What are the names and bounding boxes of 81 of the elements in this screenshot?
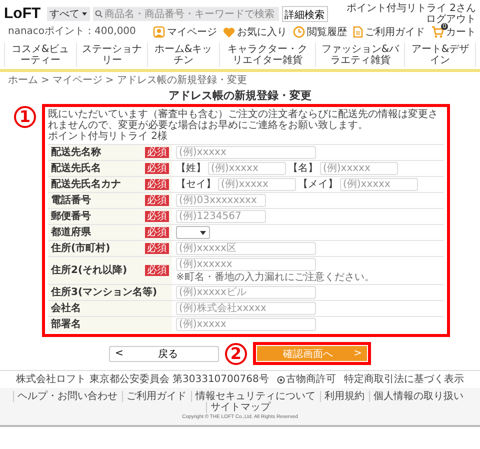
header-link[interactable]: 閲覧履歴	[293, 26, 347, 38]
input-field[interactable]: (例)xxxxx	[218, 178, 296, 192]
annotation-number: 2	[225, 342, 247, 365]
license-link[interactable]: 古物商許可	[276, 374, 336, 386]
prefecture-select[interactable]	[176, 226, 210, 240]
header-link[interactable]: お気に入り	[223, 26, 287, 38]
customer-name: ポイント付与リトライ 2様	[48, 131, 169, 142]
advanced-search-button[interactable]: 詳細検索	[282, 6, 328, 22]
input-field[interactable]: (例)03xxxxxxxx	[176, 194, 266, 208]
input-field[interactable]: (例)xxxxxビル	[176, 286, 316, 300]
field-prefix: 【メイ】	[298, 179, 338, 190]
annotation-number: 1	[14, 106, 36, 128]
company-info: 株式会社ロフト 東京都公安委員会 第303310700768号	[16, 374, 269, 386]
input-field[interactable]: (例)xxxxx	[176, 146, 316, 160]
input-field[interactable]: (例)xxxxx	[320, 162, 398, 176]
cart-icon	[431, 26, 444, 38]
input-field[interactable]: (例)1234567	[176, 210, 266, 224]
person-icon	[153, 26, 165, 38]
field-label: 郵便番号	[51, 211, 91, 222]
required-tag: 必須	[145, 163, 169, 174]
footer-link[interactable]: 情報セキュリティについて	[190, 391, 320, 402]
field-label: 住所3(マンション名等)	[51, 287, 158, 298]
category-tab[interactable]: ステーショナリー	[76, 43, 148, 67]
logout-link[interactable]: ログアウト	[426, 14, 476, 25]
field-prefix: 【姓】	[176, 163, 206, 174]
input-field[interactable]: (例)xxxxx	[208, 162, 286, 176]
user-greeting: ポイント付与リトライ 2さん	[346, 3, 476, 14]
breadcrumb-link[interactable]: ホーム	[8, 75, 38, 86]
header-link[interactable]: マイページ	[153, 26, 217, 38]
field-label: 住所2(それ以降)	[51, 265, 128, 276]
footer-link[interactable]: ヘルプ・お問い合わせ	[12, 391, 122, 402]
field-label: 電話番号	[51, 195, 91, 206]
category-tab[interactable]: ホーム&キッチン	[147, 43, 219, 67]
footer-link[interactable]: 利用規約	[320, 391, 368, 402]
required-tag: 必須	[145, 227, 169, 238]
field-prefix: 【名】	[288, 163, 318, 174]
footer-link[interactable]: 個人情報の取り扱い	[368, 391, 468, 402]
input-field[interactable]: (例)xxxxxx	[176, 258, 316, 272]
search-icon	[94, 10, 103, 18]
category-tab[interactable]: ファッション&バラエティ雑貨	[315, 43, 404, 67]
breadcrumb-separator: >	[41, 75, 50, 86]
breadcrumb-link[interactable]: マイページ	[52, 75, 102, 86]
clock-icon	[293, 26, 305, 38]
document-icon	[353, 26, 363, 38]
required-tag: 必須	[145, 195, 169, 206]
notice-text: 既にいただいています（審査中も含む）ご注文の注文者ならびに配送先の情報は変更されませんので、変更が必要な場合はお早めにご連絡をお願い致します。	[48, 109, 439, 132]
breadcrumb-link[interactable]: アドレス帳の新規登録・変更	[116, 75, 247, 86]
badge-icon	[276, 376, 285, 384]
page-title: アドレス帳の新規登録・変更	[168, 90, 312, 102]
legal-notice-link[interactable]: 特定商取引法に基づく表示	[344, 374, 464, 386]
field-label: 住所(市町村)	[51, 243, 110, 254]
field-label: 配送先氏名カナ	[51, 179, 121, 190]
category-select[interactable]: すべて	[46, 7, 90, 21]
required-tag: 必須	[145, 243, 169, 254]
required-tag: 必須	[145, 265, 169, 276]
field-label: 部署名	[51, 319, 81, 330]
caret-icon	[82, 12, 87, 16]
field-label: 配送先名称	[51, 147, 101, 158]
required-tag: 必須	[145, 179, 169, 190]
back-button[interactable]: < 戻る	[109, 346, 219, 362]
input-field[interactable]: (例)xxxxx	[176, 318, 316, 332]
category-tab[interactable]: キャラクター・クリエイター雑貨	[218, 43, 316, 67]
category-tab[interactable]: アート&デザイン	[404, 43, 476, 67]
header-link[interactable]: ご利用ガイド	[353, 26, 425, 38]
input-field[interactable]: (例)xxxxx	[340, 178, 418, 192]
input-field[interactable]: (例)xxxxx区	[176, 242, 316, 256]
caret-icon	[200, 230, 206, 235]
footer-link[interactable]: ご利用ガイド	[122, 391, 190, 402]
input-field[interactable]: (例)株式会社xxxxx	[176, 302, 316, 316]
field-prefix: 【セイ】	[176, 179, 216, 190]
logo[interactable]: LoFT	[4, 5, 43, 23]
heart-icon	[223, 26, 235, 38]
points-balance: nanacoポイント：400,000	[8, 26, 136, 38]
category-tab[interactable]: コスメ&ビューティー	[4, 43, 76, 67]
field-label: 都道府県	[51, 227, 91, 238]
breadcrumb-separator: >	[105, 75, 114, 86]
field-note: ※町名・番地の入力漏れにご注意ください。	[176, 272, 376, 284]
required-tag: 必須	[145, 147, 169, 158]
required-tag: 必須	[145, 211, 169, 222]
field-label: 配送先氏名	[51, 163, 101, 174]
field-label: 会社名	[51, 303, 81, 314]
